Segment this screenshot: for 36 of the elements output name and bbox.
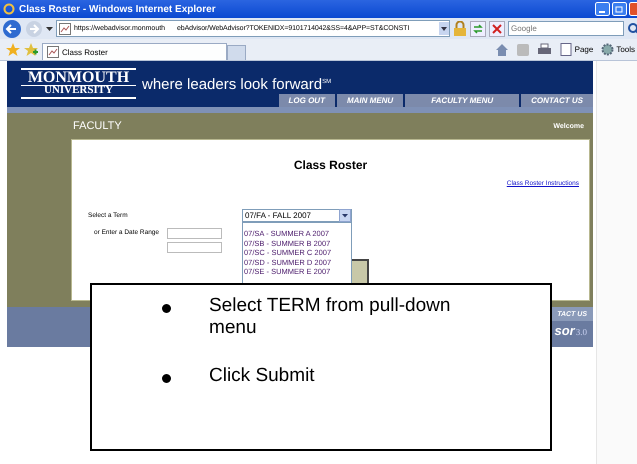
page-icon[interactable] bbox=[59, 22, 71, 34]
page-icon[interactable] bbox=[47, 46, 59, 58]
refresh-icon[interactable] bbox=[470, 20, 486, 36]
brand-text: sor bbox=[554, 323, 575, 338]
search-field[interactable]: Google bbox=[508, 21, 624, 36]
instruction-text: Click Submit bbox=[209, 365, 316, 387]
restore-icon[interactable] bbox=[612, 2, 627, 16]
add-favorite-icon[interactable] bbox=[24, 42, 38, 56]
minimize-icon[interactable] bbox=[595, 2, 610, 16]
bullet-icon bbox=[162, 304, 171, 313]
page-icon bbox=[560, 43, 573, 56]
home-icon[interactable] bbox=[494, 43, 509, 56]
browser-logo-icon[interactable] bbox=[3, 3, 15, 15]
stop-icon[interactable] bbox=[489, 20, 505, 36]
command-menu[interactable]: Tools bbox=[601, 43, 635, 56]
university-logo[interactable]: MONMOUTH UNIVERSITY bbox=[21, 68, 136, 100]
search-icon[interactable] bbox=[627, 22, 637, 36]
page-heading: Class Roster bbox=[292, 158, 368, 172]
end-date-field[interactable] bbox=[167, 242, 222, 253]
start-date-field[interactable] bbox=[167, 228, 222, 239]
dropdown-icon[interactable] bbox=[439, 22, 449, 35]
gear-icon bbox=[601, 43, 614, 56]
version-text: 3.0 bbox=[576, 327, 587, 337]
printer-icon[interactable] bbox=[536, 43, 552, 56]
window-title: Class Roster - Windows Internet Explorer bbox=[19, 4, 217, 14]
site-tagline: where leaders look forward$^{SM}$ bbox=[142, 76, 332, 93]
bullet-icon bbox=[162, 374, 171, 383]
instruction-text: Select TERM from pull-down menu bbox=[209, 295, 452, 339]
star-icon[interactable] bbox=[6, 42, 20, 56]
back-icon[interactable] bbox=[2, 18, 22, 38]
dropdown-icon[interactable] bbox=[339, 209, 351, 222]
browser-tab[interactable]: Class Roster bbox=[42, 43, 227, 60]
close-icon[interactable] bbox=[629, 2, 637, 16]
command-menu[interactable]: Page bbox=[560, 43, 594, 56]
section-title: FACULTY bbox=[73, 120, 122, 132]
caret-icon[interactable] bbox=[46, 26, 53, 30]
